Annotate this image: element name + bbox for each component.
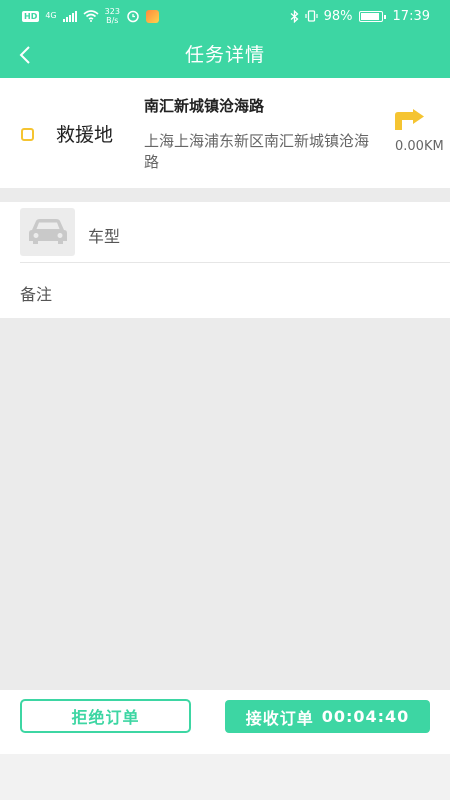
hd-icon: HD xyxy=(22,10,40,22)
row-divider xyxy=(20,262,450,263)
wifi-icon xyxy=(83,10,99,22)
vehicle-type-label: 车型 xyxy=(88,227,121,246)
countdown-timer: 00:04:40 xyxy=(321,707,410,726)
vehicle-thumbnail xyxy=(20,208,75,256)
signal-icon xyxy=(62,10,77,22)
status-left: HD 4G 323 B/s xyxy=(22,7,159,25)
car-icon xyxy=(28,219,67,244)
turn-navigation-icon[interactable] xyxy=(393,109,425,131)
network-speed: 323 B/s xyxy=(105,7,120,25)
location-marker-icon xyxy=(21,128,34,141)
note-label: 备注 xyxy=(20,285,53,304)
speed-value: 323 xyxy=(104,7,120,16)
network-type: 4G xyxy=(45,11,57,20)
address-type-label: 救援地 xyxy=(56,124,114,146)
speed-unit: B/s xyxy=(106,16,119,25)
alarm-icon xyxy=(127,10,139,23)
reject-order-button[interactable]: 拒绝订单 xyxy=(20,699,191,733)
battery-percent: 98% xyxy=(323,8,353,24)
nav-bar: 任务详情 xyxy=(0,32,450,78)
address-name: 南汇新城镇沧海路 xyxy=(144,97,265,115)
vibrate-icon xyxy=(305,10,318,22)
distance-value: 0.00KM xyxy=(395,139,444,154)
address-detail: 上海上海浦东新区南汇新城镇沧海路 xyxy=(144,132,370,171)
battery-icon xyxy=(358,10,386,22)
section-gap xyxy=(0,188,450,202)
accept-order-label: 接收订单 xyxy=(245,708,314,728)
app-notification-icon xyxy=(145,9,159,23)
status-right: 98% 17:39 xyxy=(290,9,430,24)
page-title: 任务详情 xyxy=(184,44,265,66)
bluetooth-icon xyxy=(290,9,299,23)
clock: 17:39 xyxy=(392,8,430,24)
status-bar: HD 4G 323 B/s 98% 17:39 xyxy=(0,0,450,32)
accept-order-button[interactable]: 接收订单 00:04:40 xyxy=(225,700,430,733)
footer-area xyxy=(0,754,450,800)
